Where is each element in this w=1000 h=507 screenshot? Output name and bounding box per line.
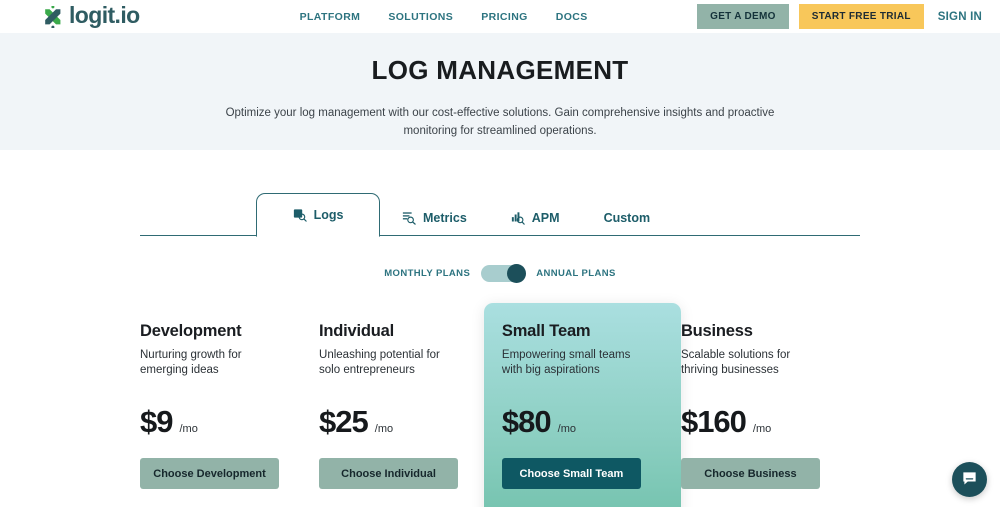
billing-period-toggle: MONTHLY PLANS ANNUAL PLANS: [0, 264, 1000, 283]
hero-section: LOG MANAGEMENT Optimize your log managem…: [0, 33, 1000, 150]
pricing-card-development: Development Nurturing growth for emergin…: [140, 303, 319, 507]
hero-subtitle: Optimize your log management with our co…: [225, 107, 775, 137]
tab-label-apm: APM: [531, 210, 560, 225]
choose-small-team-button[interactable]: Choose Small Team: [501, 458, 641, 490]
start-free-trial-button[interactable]: START FREE TRIAL: [798, 4, 924, 29]
sign-in-link[interactable]: SIGN IN: [934, 11, 982, 23]
tab-label-custom: Custom: [603, 210, 651, 225]
chat-widget-button[interactable]: [952, 462, 987, 497]
billing-toggle-switch[interactable]: [481, 264, 527, 283]
tab-logs[interactable]: Logs: [256, 193, 380, 237]
choose-development-button[interactable]: Choose Development: [140, 458, 279, 490]
list-search-icon: [402, 211, 416, 225]
nav-link-docs[interactable]: DOCS: [556, 11, 588, 23]
nav-link-pricing[interactable]: PRICING: [481, 11, 528, 23]
plan-tagline: Scalable solutions for thriving business…: [680, 348, 791, 376]
nav-link-solutions[interactable]: SOLUTIONS: [388, 11, 453, 23]
get-a-demo-button[interactable]: GET A DEMO: [697, 4, 789, 29]
monthly-plans-label[interactable]: MONTHLY PLANS: [384, 268, 470, 279]
tab-metrics[interactable]: Metrics: [380, 199, 489, 236]
brand-name: logit.io: [69, 2, 140, 28]
pricing-cards: Development Nurturing growth for emergin…: [0, 303, 1000, 507]
plan-name: Individual: [319, 322, 395, 340]
plan-name: Business: [680, 322, 753, 340]
plan-price: $160: [680, 404, 747, 440]
pricing-card-business: Business Scalable solutions for thriving…: [680, 303, 860, 507]
product-tabs: Logs Metrics APM Custom: [0, 181, 1000, 237]
plan-name: Small Team: [501, 322, 591, 340]
tab-custom[interactable]: Custom: [582, 199, 673, 236]
billing-toggle-knob: [507, 264, 527, 283]
page-root: logit.io PLATFORM SOLUTIONS PRICING DOCS…: [0, 0, 1000, 507]
bar-chart-search-icon: [511, 211, 525, 225]
choose-individual-button[interactable]: Choose Individual: [319, 458, 459, 490]
top-navigation-bar: logit.io PLATFORM SOLUTIONS PRICING DOCS…: [0, 0, 1000, 33]
plan-price: $80: [501, 404, 552, 440]
plan-tagline: Unleashing potential for solo entreprene…: [319, 348, 440, 376]
brand-logo[interactable]: logit.io: [42, 2, 140, 29]
plan-tagline: Nurturing growth for emerging ideas: [140, 348, 242, 376]
plan-price-row: $160 /mo: [681, 406, 836, 437]
plan-price-row: $25 /mo: [319, 406, 478, 437]
chat-bubble-icon: [961, 470, 978, 490]
page-title: LOG MANAGEMENT: [371, 55, 629, 85]
nav-links: PLATFORM SOLUTIONS PRICING DOCS: [300, 11, 588, 23]
nav-link-platform[interactable]: PLATFORM: [300, 11, 361, 23]
plan-period: /mo: [374, 423, 394, 436]
plan-price-row: $80 /mo: [502, 406, 659, 437]
logit-x-logo-icon: [42, 4, 64, 29]
tab-apm[interactable]: APM: [489, 199, 582, 236]
tabs-list: Logs Metrics APM Custom: [256, 193, 673, 237]
plan-period: /mo: [752, 423, 772, 436]
plan-period: /mo: [179, 423, 198, 436]
plan-tagline: Empowering small teams with big aspirati…: [501, 348, 631, 376]
tab-label-logs: Logs: [313, 208, 344, 222]
choose-business-button[interactable]: Choose Business: [680, 458, 820, 490]
plan-price: $25: [319, 404, 369, 440]
tab-label-metrics: Metrics: [423, 210, 467, 225]
nav-actions: GET A DEMO START FREE TRIAL SIGN IN: [697, 4, 982, 29]
plan-price: $9: [140, 404, 173, 440]
plan-price-row: $9 /mo: [140, 406, 295, 437]
plan-name: Development: [140, 322, 242, 340]
annual-plans-label[interactable]: ANNUAL PLANS: [536, 268, 616, 279]
pricing-card-small-team: Small Team Empowering small teams with b…: [483, 303, 681, 507]
document-search-icon: [293, 208, 307, 222]
pricing-card-individual: Individual Unleashing potential for solo…: [319, 303, 502, 507]
plan-period: /mo: [557, 423, 576, 436]
